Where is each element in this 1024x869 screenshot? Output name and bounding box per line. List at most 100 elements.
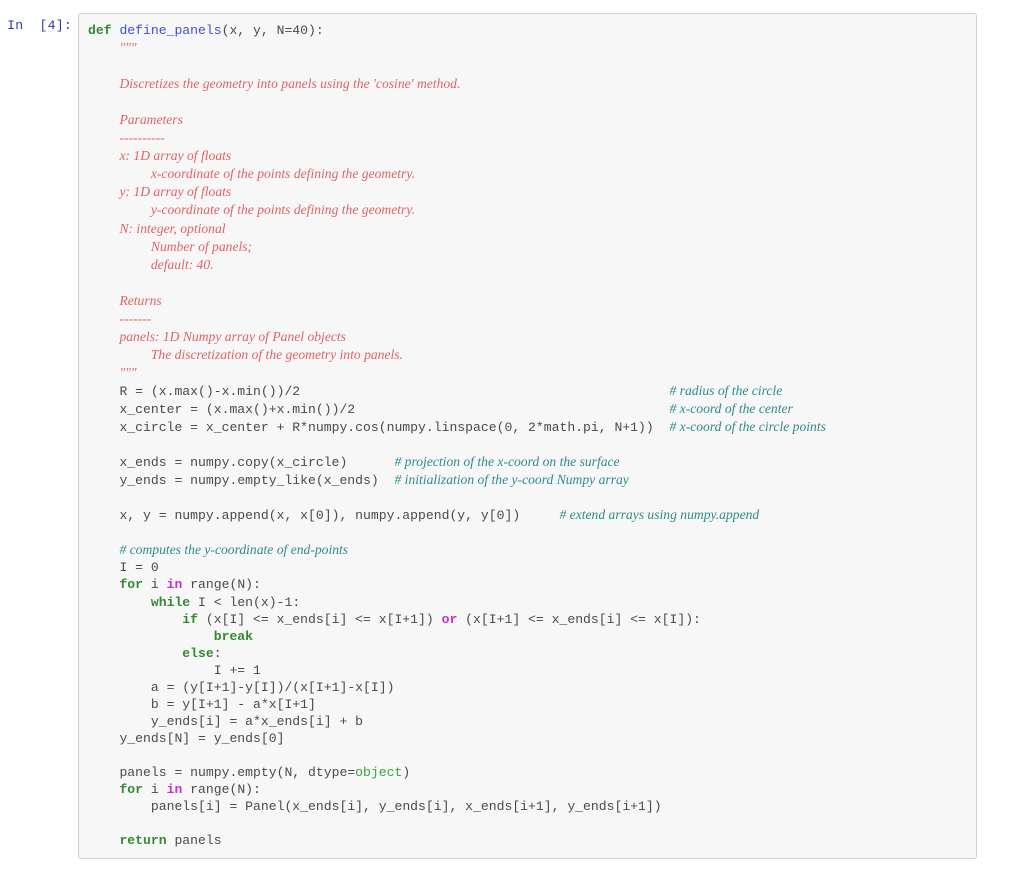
code-token-n: y_ends[i] = a*x_ends[i] + b bbox=[150, 713, 364, 729]
code-line: x_ends = numpy.copy(x_circle) # projecti… bbox=[88, 454, 620, 471]
code-token-sd: ------- bbox=[119, 310, 152, 326]
code-token-n: panels = numpy.empty(N, dtype= bbox=[119, 764, 356, 780]
code-token-c1: # projection of the x-coord on the surfa… bbox=[394, 454, 620, 470]
code-token-sd: The discretization of the geometry into … bbox=[150, 346, 403, 362]
code-token-sd: y: 1D array of floats bbox=[119, 184, 232, 200]
code-token-n: range(N): bbox=[182, 782, 261, 798]
code-token-n: i bbox=[143, 782, 167, 798]
code-input-area[interactable]: def define_panels(x, y, N=40): """ Discr… bbox=[78, 13, 977, 860]
code-line: R = (x.max()-x.min())/2 # radius of the … bbox=[88, 382, 783, 399]
code-line: y-coordinate of the points defining the … bbox=[88, 202, 415, 218]
cell-execution-prompt[interactable]: In [4]: bbox=[0, 13, 78, 34]
code-cell[interactable]: In [4]: def define_panels(x, y, N=40): "… bbox=[0, 0, 1024, 860]
code-token-k: else bbox=[182, 645, 214, 661]
code-line: for i in range(N): bbox=[88, 782, 261, 798]
code-line: y_ends = numpy.empty_like(x_ends) # init… bbox=[88, 472, 628, 488]
code-line bbox=[88, 816, 119, 831]
code-token-n: x, y = numpy.append(x, x[0]), numpy.appe… bbox=[119, 508, 521, 524]
code-token-nf: define_panels bbox=[119, 23, 222, 38]
code-token-ow: in bbox=[166, 782, 183, 798]
code-token-c1: # radius of the circle bbox=[669, 382, 783, 398]
code-token-k: break bbox=[213, 628, 254, 644]
code-line: x_circle = x_center + R*numpy.cos(numpy.… bbox=[88, 419, 825, 436]
code-line: panels = numpy.empty(N, dtype=object) bbox=[88, 765, 410, 780]
code-token-c1: # computes the y-coordinate of end-point… bbox=[119, 542, 349, 558]
code-spacer bbox=[300, 384, 669, 399]
code-line: Discretizes the geometry into panels usi… bbox=[88, 76, 461, 92]
code-token-sd: Discretizes the geometry into panels usi… bbox=[119, 76, 461, 92]
code-line: default: 40. bbox=[88, 256, 214, 273]
code-token-ow: or bbox=[441, 611, 458, 627]
code-line: """ bbox=[88, 40, 137, 56]
code-line: if (x[I] <= x_ends[i] <= x[I+1]) or (x[I… bbox=[88, 612, 701, 627]
code-line bbox=[88, 95, 119, 110]
code-token-sd: Number of panels; bbox=[150, 238, 253, 254]
code-token-n: I += 1 bbox=[213, 662, 261, 678]
code-line: panels[i] = Panel(x_ends[i], y_ends[i], … bbox=[88, 799, 662, 814]
code-token-k: def bbox=[88, 23, 112, 38]
code-token-n: panels[i] = Panel(x_ends[i], y_ends[i], … bbox=[150, 799, 662, 815]
code-token-sd: """ bbox=[119, 40, 137, 56]
code-line: Parameters bbox=[88, 112, 183, 128]
code-token-ow: in bbox=[166, 577, 183, 593]
code-token-sd: Parameters bbox=[119, 112, 183, 128]
code-line bbox=[88, 276, 119, 291]
code-token-n: : bbox=[213, 645, 222, 661]
source-code[interactable]: def define_panels(x, y, N=40): """ Discr… bbox=[88, 22, 968, 849]
code-token-n: I < len(x)-1: bbox=[190, 594, 301, 610]
code-token-n: x_ends = numpy.copy(x_circle) bbox=[119, 455, 348, 471]
code-token-n: range(N): bbox=[182, 577, 261, 593]
code-line: x-coordinate of the points defining the … bbox=[88, 166, 416, 182]
code-line: y_ends[N] = y_ends[0] bbox=[88, 731, 284, 746]
code-token-sd: panels: 1D Numpy array of Panel objects bbox=[119, 328, 346, 344]
code-token-sd: x-coordinate of the points defining the … bbox=[150, 166, 416, 182]
code-token-sd: default: 40. bbox=[150, 256, 214, 272]
notebook-container: In [4]: def define_panels(x, y, N=40): "… bbox=[0, 0, 1024, 869]
code-token-n: x_circle = x_center + R*numpy.cos(numpy.… bbox=[119, 420, 654, 436]
code-token-k: return bbox=[119, 833, 167, 849]
code-line: x_center = (x.max()+x.min())/2 # x-coord… bbox=[88, 400, 793, 417]
code-token-sd: x: 1D array of floats bbox=[119, 148, 232, 164]
code-token-sd: Returns bbox=[119, 292, 162, 308]
code-line bbox=[88, 748, 119, 763]
code-spacer bbox=[347, 455, 394, 470]
code-line: break bbox=[88, 629, 253, 644]
code-line bbox=[88, 59, 119, 74]
code-line: Number of panels; bbox=[88, 238, 253, 255]
code-token-k: while bbox=[150, 594, 191, 610]
code-token-sd: N: integer, optional bbox=[119, 220, 226, 236]
code-token-n: a = (y[I+1]-y[I])/(x[I+1]-x[I]) bbox=[150, 679, 395, 695]
code-spacer bbox=[355, 402, 669, 417]
code-line: # computes the y-coordinate of end-point… bbox=[88, 542, 349, 558]
code-token-c1: # x-coord of the center bbox=[669, 400, 793, 416]
code-token-n: i bbox=[143, 577, 167, 593]
code-line: """ bbox=[88, 365, 136, 381]
code-line: else: bbox=[88, 645, 222, 661]
